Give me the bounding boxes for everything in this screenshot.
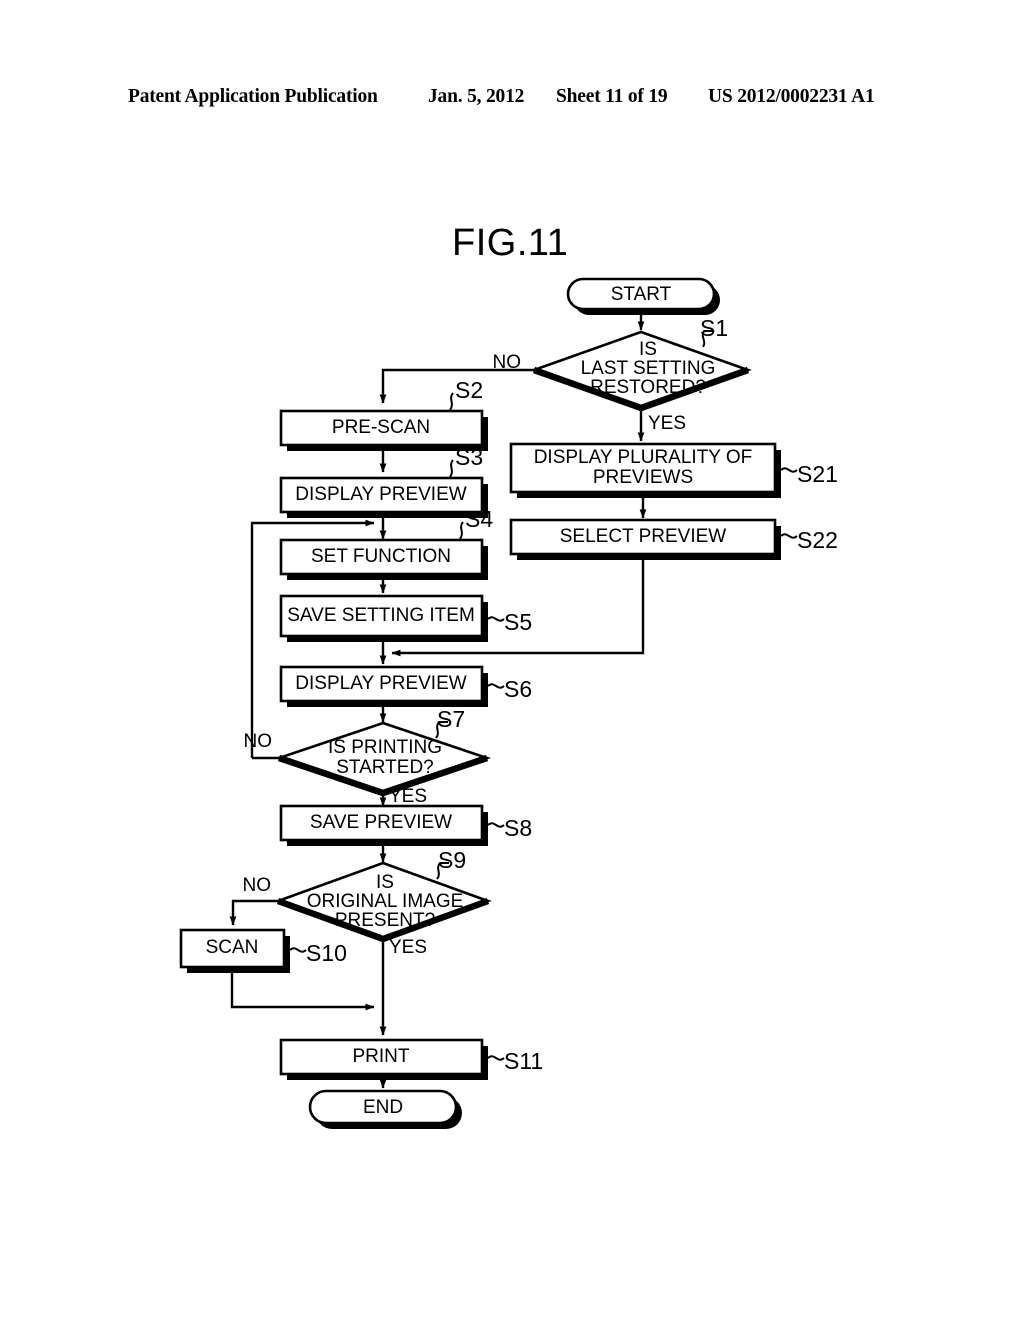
node-start: START [566, 277, 720, 315]
s22-step-label: S22 [797, 527, 838, 553]
s22-step-leader [780, 533, 798, 539]
s7-no-label: NO [244, 731, 273, 752]
node-s7: IS PRINTING STARTED? [274, 721, 492, 797]
s8-label: SAVE PREVIEW [310, 812, 452, 833]
flowchart-diagram: START IS LAST SETTING RESTORED? S1 NO YE… [179, 277, 838, 1129]
s5-step-leader [487, 616, 505, 622]
node-s22: SELECT PREVIEW [509, 518, 781, 560]
s5-label: SAVE SETTING ITEM [287, 605, 475, 626]
node-s10: SCAN [179, 928, 290, 973]
s8-step-leader [487, 822, 505, 828]
s10-step-label: S10 [306, 940, 347, 966]
node-s11: PRINT [279, 1038, 488, 1080]
s2-step-leader [449, 392, 454, 411]
s1-yes-label: YES [648, 413, 686, 434]
s11-label: PRINT [353, 1046, 410, 1067]
s11-step-label: S11 [504, 1048, 543, 1074]
s21-step-leader [780, 467, 798, 473]
node-end: END [308, 1089, 462, 1129]
s6-label: DISPLAY PREVIEW [295, 673, 466, 694]
s6-step-label: S6 [504, 676, 532, 702]
patent-page: Patent Application Publication Jan. 5, 2… [0, 0, 1024, 1320]
s7-label-line2: STARTED? [336, 757, 434, 778]
s10-step-leader [289, 947, 307, 953]
node-s21: DISPLAY PLURALITY OF PREVIEWS [509, 442, 781, 498]
s2-label: PRE-SCAN [332, 417, 430, 438]
s1-step-label: S1 [700, 315, 728, 341]
s9-no-label: NO [243, 875, 272, 896]
s7-yes-label: YES [389, 786, 427, 807]
s21-label-line2: PREVIEWS [593, 467, 693, 488]
s7-label-line1: IS PRINTING [328, 737, 442, 758]
s4-step-leader [459, 521, 464, 540]
s21-step-label: S21 [797, 461, 838, 487]
s9-yes-label: YES [389, 937, 427, 958]
node-s6: DISPLAY PREVIEW [279, 665, 488, 707]
s3-step-label: S3 [455, 444, 483, 470]
s22-label: SELECT PREVIEW [560, 526, 727, 547]
node-s1: IS LAST SETTING RESTORED? [530, 330, 752, 412]
s6-step-leader [487, 683, 505, 689]
end-label: END [363, 1097, 403, 1118]
s7-step-label: S7 [437, 706, 465, 732]
s9-label-line1: IS [376, 872, 394, 893]
s4-label: SET FUNCTION [311, 546, 451, 567]
s21-label-line1: DISPLAY PLURALITY OF [534, 447, 753, 468]
s5-step-label: S5 [504, 609, 532, 635]
node-s3: DISPLAY PREVIEW [279, 476, 488, 518]
s8-step-label: S8 [504, 815, 532, 841]
s9-label-line3: PRESENT? [335, 910, 435, 931]
s9-step-label: S9 [438, 847, 466, 873]
s1-label-line3: RESTORED? [590, 377, 706, 398]
s3-label: DISPLAY PREVIEW [295, 484, 466, 505]
node-s8: SAVE PREVIEW [279, 804, 488, 846]
s11-step-leader [487, 1055, 505, 1061]
s3-step-leader [449, 459, 454, 478]
s9-label-line2: ORIGINAL IMAGE [307, 891, 464, 912]
start-label: START [611, 284, 672, 305]
s4-step-label: S4 [465, 506, 493, 532]
s10-label: SCAN [206, 937, 259, 958]
node-s9: IS ORIGINAL IMAGE PRESENT? [274, 861, 492, 943]
s2-step-label: S2 [455, 377, 483, 403]
s1-label-line2: LAST SETTING [581, 358, 716, 379]
figure-area: FIG.11 START IS LAST SETTING RESTORED? S… [0, 0, 1024, 1320]
s1-label-line1: IS [639, 339, 657, 360]
connector-s9-no-to-s10 [229, 899, 278, 926]
node-s4: SET FUNCTION [279, 538, 488, 580]
node-s5: SAVE SETTING ITEM [279, 594, 488, 642]
